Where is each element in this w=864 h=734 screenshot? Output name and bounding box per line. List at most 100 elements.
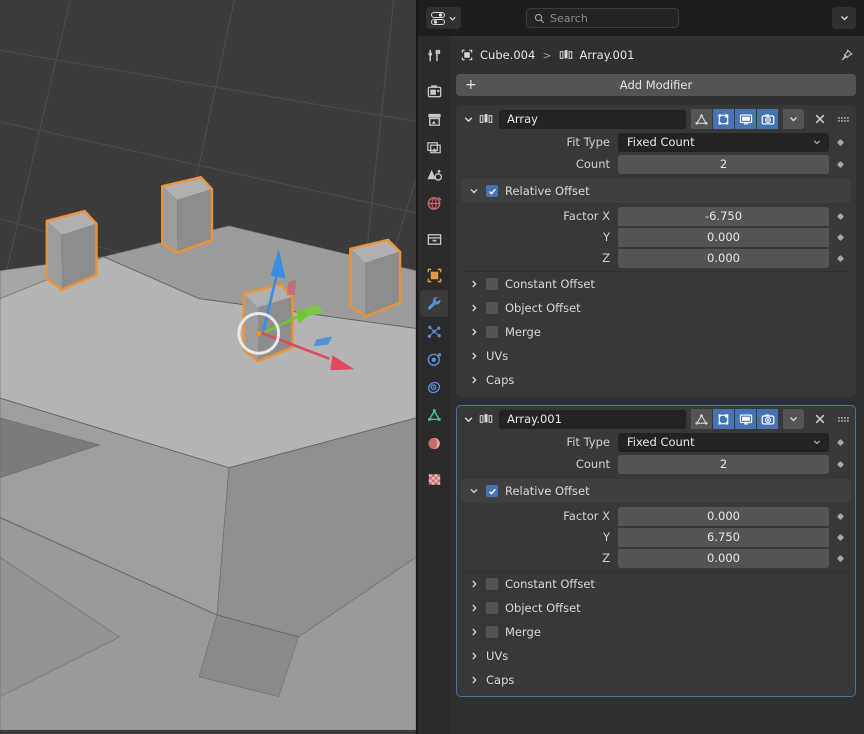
sidebar-item-scene[interactable] [420, 162, 448, 189]
modifier-extras-button[interactable] [783, 409, 804, 429]
relative-offset-checkbox[interactable] [486, 185, 498, 197]
relative-offset-header[interactable]: Relative Offset [461, 179, 851, 203]
viewport-geometry[interactable] [0, 0, 416, 731]
sidebar-item-object[interactable] [420, 262, 448, 289]
show-in-viewport-toggle[interactable] [735, 409, 756, 429]
relative-offset-factors: Factor X 0.000 Y 6.750 Z 0.000 [457, 506, 855, 568]
modifier-delete-button[interactable] [809, 409, 830, 429]
merge-header[interactable]: Merge [461, 620, 851, 644]
object-offset-header[interactable]: Object Offset [461, 296, 851, 320]
sidebar-item-view-layer[interactable] [420, 134, 448, 161]
show-on-cage-toggle[interactable] [691, 109, 712, 129]
uvs-header[interactable]: UVs [461, 644, 851, 668]
factor-x-label: Factor X [563, 209, 610, 223]
fit-type-row: Fit Type Fixed Count [461, 432, 851, 452]
editor-type-selector[interactable] [426, 7, 461, 29]
animate-decorator[interactable] [829, 438, 851, 446]
relative-offset-header[interactable]: Relative Offset [461, 479, 851, 503]
chevron-right-icon [472, 328, 477, 336]
factor-y-field[interactable]: 6.750 [618, 527, 829, 547]
show-in-render-toggle[interactable] [757, 409, 778, 429]
show-on-cage-toggle[interactable] [691, 409, 712, 429]
constant-offset-header[interactable]: Constant Offset [461, 572, 851, 596]
animate-decorator[interactable] [829, 254, 851, 262]
animate-decorator[interactable] [829, 160, 851, 168]
show-in-viewport-toggle[interactable] [735, 109, 756, 129]
animate-decorator[interactable] [829, 460, 851, 468]
properties-options-button[interactable] [832, 7, 856, 29]
uvs-header[interactable]: UVs [461, 344, 851, 368]
breadcrumb-modifier-name[interactable]: Array.001 [580, 48, 635, 62]
count-field[interactable]: 2 [618, 154, 829, 174]
add-modifier-button[interactable]: + Add Modifier [456, 74, 856, 96]
sidebar-item-world[interactable] [420, 190, 448, 217]
sidebar-item-modifiers[interactable] [420, 290, 448, 317]
animate-decorator[interactable] [829, 554, 851, 562]
modifier-card-array[interactable]: Array Fit Type Fixed Count Count 2 Relat… [456, 105, 856, 397]
sidebar-item-physics[interactable] [420, 346, 448, 373]
sidebar-item-output[interactable] [420, 106, 448, 133]
constant-offset-header[interactable]: Constant Offset [461, 272, 851, 296]
caps-label: Caps [486, 373, 515, 387]
caps-header[interactable]: Caps [461, 668, 851, 692]
show-in-render-toggle[interactable] [757, 109, 778, 129]
modifier-header[interactable]: Array.001 [457, 406, 855, 432]
search-input[interactable]: Search [526, 8, 679, 28]
modifier-drag-handle[interactable] [835, 114, 851, 124]
3d-viewport[interactable] [0, 0, 418, 734]
modifier-drag-handle[interactable] [835, 414, 851, 424]
object-offset-checkbox[interactable] [486, 602, 498, 614]
merge-checkbox[interactable] [486, 326, 498, 338]
merge-checkbox[interactable] [486, 626, 498, 638]
animate-decorator[interactable] [829, 512, 851, 520]
chevron-down-icon [790, 117, 797, 122]
factor-x-field[interactable]: 0.000 [618, 506, 829, 526]
chevron-right-icon [472, 304, 477, 312]
caps-header[interactable]: Caps [461, 368, 851, 392]
chevron-right-icon [472, 604, 477, 612]
modifier-name-field[interactable]: Array.001 [499, 409, 686, 429]
sidebar-item-collection[interactable] [420, 226, 448, 253]
modifier-header[interactable]: Array [457, 106, 855, 132]
scene-cone-icon [426, 169, 442, 181]
factor-y-field[interactable]: 0.000 [618, 227, 829, 247]
constant-offset-checkbox[interactable] [486, 278, 498, 290]
pin-icon[interactable] [839, 48, 854, 63]
factor-z-field[interactable]: 0.000 [618, 548, 829, 568]
modifier-delete-button[interactable] [809, 109, 830, 129]
breadcrumb-object-name[interactable]: Cube.004 [480, 48, 535, 62]
relative-offset-checkbox[interactable] [486, 485, 498, 497]
modifier-card-array-001[interactable]: Array.001 Fit Type Fixed Count Count 2 R… [456, 405, 856, 697]
sidebar-item-texture[interactable] [420, 466, 448, 493]
sidebar-item-object-data[interactable] [420, 402, 448, 429]
sidebar-item-tool[interactable] [420, 42, 448, 69]
factor-z-field[interactable]: 0.000 [618, 248, 829, 268]
chevron-right-icon [472, 676, 477, 684]
animate-decorator[interactable] [829, 138, 851, 146]
tool-icon [428, 49, 440, 62]
sidebar-item-material[interactable] [420, 430, 448, 457]
chevron-down-icon[interactable] [463, 114, 474, 125]
animate-decorator[interactable] [829, 212, 851, 220]
object-offset-header[interactable]: Object Offset [461, 596, 851, 620]
show-in-edit-mode-toggle[interactable] [713, 109, 734, 129]
sidebar-item-constraints[interactable] [420, 374, 448, 401]
merge-header[interactable]: Merge [461, 320, 851, 344]
sidebar-item-particles[interactable] [420, 318, 448, 345]
animate-decorator[interactable] [829, 233, 851, 241]
count-field[interactable]: 2 [618, 454, 829, 474]
animate-decorator[interactable] [829, 533, 851, 541]
show-in-edit-mode-toggle[interactable] [713, 409, 734, 429]
world-globe-icon [427, 196, 442, 210]
fit-type-dropdown[interactable]: Fixed Count [618, 132, 829, 152]
relative-offset-factors: Factor X -6.750 Y 0.000 Z 0.000 [457, 206, 855, 268]
fit-type-dropdown[interactable]: Fixed Count [618, 432, 829, 452]
modifier-extras-button[interactable] [783, 109, 804, 129]
collection-box-icon [427, 234, 441, 245]
chevron-down-icon[interactable] [463, 414, 474, 425]
constant-offset-checkbox[interactable] [486, 578, 498, 590]
factor-x-field[interactable]: -6.750 [618, 206, 829, 226]
object-offset-checkbox[interactable] [486, 302, 498, 314]
sidebar-item-render[interactable] [420, 78, 448, 105]
modifier-name-field[interactable]: Array [499, 109, 686, 129]
